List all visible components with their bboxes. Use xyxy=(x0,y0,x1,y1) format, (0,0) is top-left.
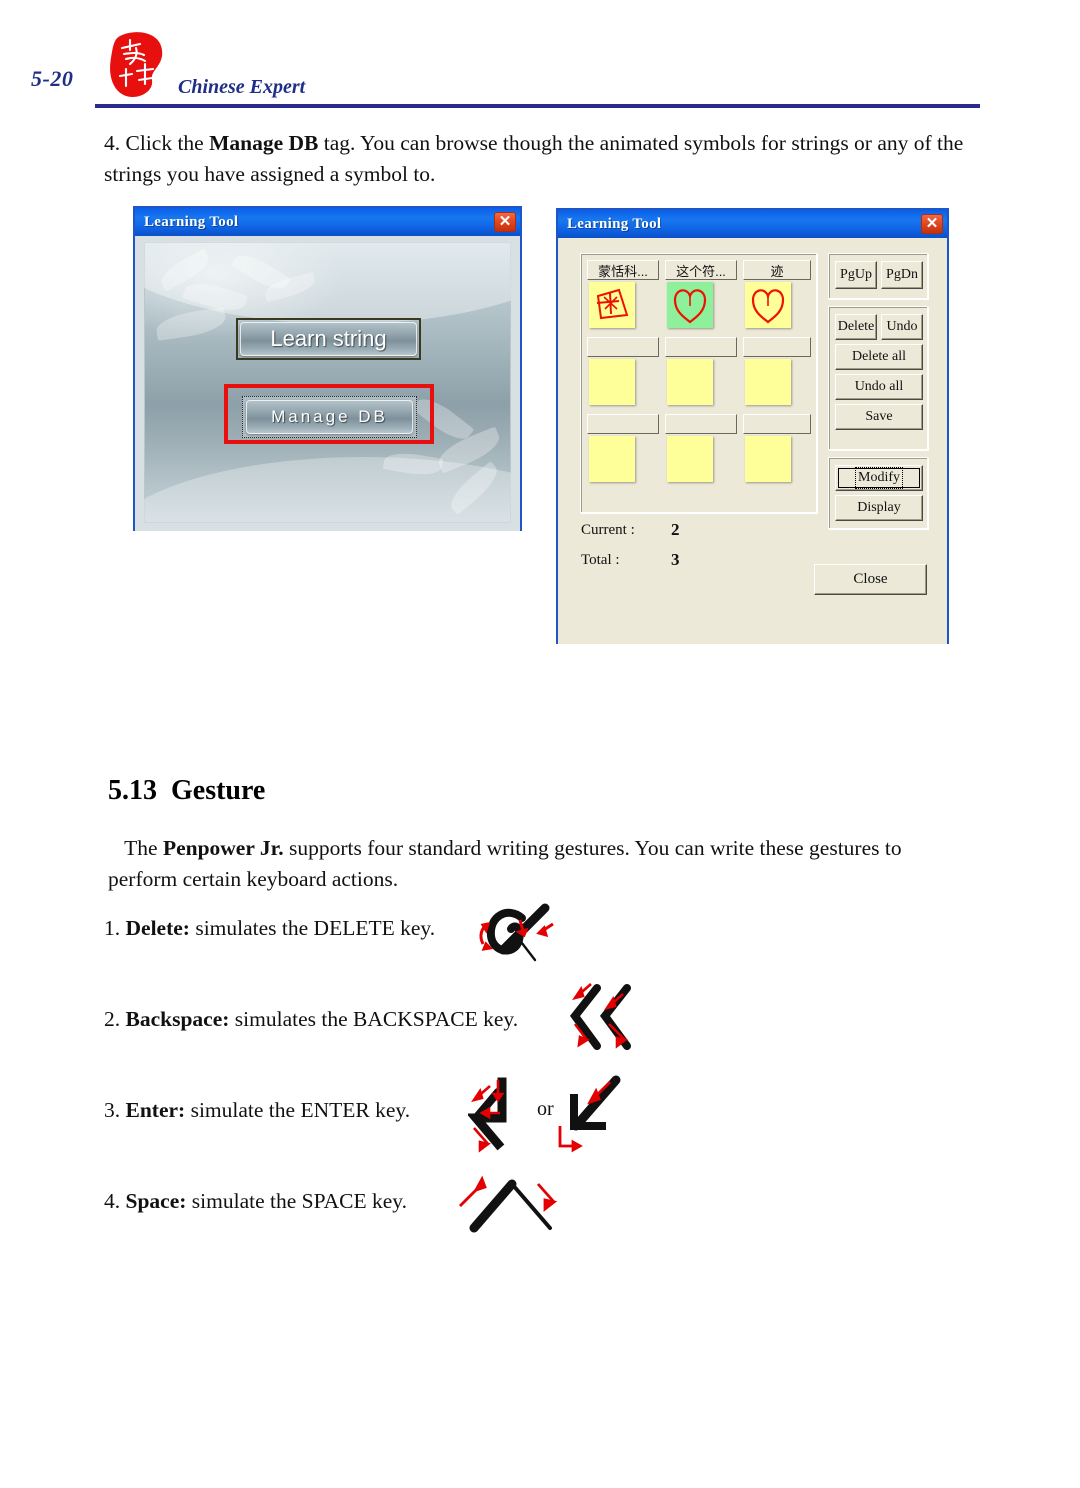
symbol-label[interactable] xyxy=(743,337,811,357)
modify-button[interactable]: Modify xyxy=(835,465,923,491)
manage-db-button[interactable]: Manage DB xyxy=(246,400,413,434)
gesture-3-desc: simulate the ENTER key. xyxy=(185,1098,411,1122)
close-button[interactable]: Close xyxy=(814,564,927,595)
gesture-2-name: Backspace: xyxy=(125,1007,230,1031)
step-4-bold: Manage DB xyxy=(209,131,319,155)
gesture-item-delete: 1. Delete: simulates the DELETE key. xyxy=(104,916,435,941)
delete-all-button[interactable]: Delete all xyxy=(835,344,923,370)
seal-logo-icon xyxy=(106,26,170,102)
symbol-label[interactable] xyxy=(665,337,737,357)
intro-bold: Penpower Jr. xyxy=(162,836,284,860)
symbol-cell[interactable] xyxy=(667,436,713,482)
symbol-label[interactable]: 迹 xyxy=(743,260,811,280)
symbol-cell[interactable] xyxy=(745,436,791,482)
modify-group: Modify Display xyxy=(828,457,928,529)
dialog-2-body: 蒙恬科... 这个符... 迹 PgUp PgDn Delete Undo De… xyxy=(558,238,947,644)
total-value: 3 xyxy=(671,550,680,569)
pgup-button[interactable]: PgUp xyxy=(835,261,877,289)
dialog-1-title: Learning Tool xyxy=(144,213,239,230)
leaf-decoration xyxy=(154,307,228,341)
edit-group: Delete Undo Delete all Undo all Save xyxy=(828,306,928,450)
gesture-4-desc: simulate the SPACE key. xyxy=(186,1189,407,1213)
heart-symbol xyxy=(751,289,785,324)
page-title: 5.13 Gesture xyxy=(108,774,265,807)
manage-db-button-frame: Manage DB xyxy=(242,396,417,438)
page-number: 5-20 xyxy=(31,66,74,91)
intro-before: The xyxy=(124,836,163,860)
learn-string-button[interactable]: Learn string xyxy=(240,322,417,356)
gesture-4-number: 4. xyxy=(104,1189,121,1213)
gesture-or-text: or xyxy=(537,1098,554,1120)
symbol-label[interactable]: 这个符... xyxy=(665,260,737,280)
step-4-paragraph: 4. Click the Manage DB tag. You can brow… xyxy=(104,128,964,190)
manage-db-highlight-box: Manage DB xyxy=(224,384,434,444)
undo-button[interactable]: Undo xyxy=(881,314,923,340)
modify-button-label: Modify xyxy=(855,467,903,489)
symbol-label[interactable]: 蒙恬科... xyxy=(587,260,659,280)
gesture-1-number: 1. xyxy=(104,916,121,940)
square-star-symbol xyxy=(596,288,629,320)
symbol-cell[interactable] xyxy=(589,282,635,328)
learning-tool-dialog-1: Learning Tool Learn string Manage DB xyxy=(133,206,522,531)
display-button[interactable]: Display xyxy=(835,495,923,521)
dialog-2-title: Learning Tool xyxy=(567,215,662,232)
intro-paragraph: The Penpower Jr. supports four standard … xyxy=(108,833,966,895)
space-gesture-icon xyxy=(456,1168,566,1245)
symbol-label[interactable] xyxy=(665,414,737,434)
symbol-label[interactable] xyxy=(587,337,659,357)
backspace-gesture-icon xyxy=(563,982,647,1063)
gesture-item-enter: 3. Enter: simulate the ENTER key. xyxy=(104,1098,410,1123)
gesture-item-backspace: 2. Backspace: simulates the BACKSPACE ke… xyxy=(104,1007,518,1032)
section-number: 5.13 xyxy=(108,775,157,806)
symbol-label[interactable] xyxy=(587,414,659,434)
learn-string-button-frame: Learn string xyxy=(236,318,421,360)
symbol-cell[interactable] xyxy=(667,359,713,405)
undo-all-button[interactable]: Undo all xyxy=(835,374,923,400)
close-icon[interactable] xyxy=(494,212,516,232)
dialog-1-titlebar[interactable]: Learning Tool xyxy=(135,208,520,236)
save-button[interactable]: Save xyxy=(835,404,923,430)
gesture-4-name: Space: xyxy=(125,1189,187,1213)
total-label: Total : xyxy=(581,552,620,568)
current-value: 2 xyxy=(671,520,680,539)
gesture-3-name: Enter: xyxy=(125,1098,186,1122)
step-4-number: 4. xyxy=(104,131,121,155)
symbol-cell[interactable] xyxy=(745,359,791,405)
paging-group: PgUp PgDn xyxy=(828,253,928,299)
gesture-item-space: 4. Space: simulate the SPACE key. xyxy=(104,1189,407,1214)
dialog-1-body: Learn string Manage DB xyxy=(135,236,520,531)
delete-button[interactable]: Delete xyxy=(835,314,877,340)
symbol-label[interactable] xyxy=(743,414,811,434)
gesture-1-desc: simulates the DELETE key. xyxy=(189,916,436,940)
close-icon[interactable] xyxy=(921,214,943,234)
gesture-1-name: Delete: xyxy=(125,916,190,940)
enter-gesture-alt-icon xyxy=(558,1068,638,1163)
symbol-cell[interactable] xyxy=(667,282,713,328)
dialog-1-skin-background: Learn string Manage DB xyxy=(144,242,511,523)
symbol-grid-group: 蒙恬科... 这个符... 迹 xyxy=(580,253,817,513)
delete-gesture-icon xyxy=(475,898,565,979)
step-4-text-before: Click the xyxy=(125,131,210,155)
learning-tool-dialog-2: Learning Tool 蒙恬科... 这个符... xyxy=(556,208,949,644)
gesture-2-number: 2. xyxy=(104,1007,121,1031)
gesture-3-number: 3. xyxy=(104,1098,121,1122)
symbol-cell[interactable] xyxy=(589,359,635,405)
section-title: Gesture xyxy=(171,775,266,806)
symbol-cell[interactable] xyxy=(589,436,635,482)
gesture-2-desc: simulates the BACKSPACE key. xyxy=(229,1007,519,1031)
heart-symbol xyxy=(673,289,707,324)
page-header: 5-20 Chinese Expert xyxy=(0,0,1080,112)
header-title: Chinese Expert xyxy=(178,76,306,98)
current-label: Current : xyxy=(581,522,635,538)
dialog-2-titlebar[interactable]: Learning Tool xyxy=(558,210,947,238)
symbol-cell[interactable] xyxy=(745,282,791,328)
pgdn-button[interactable]: PgDn xyxy=(881,261,923,289)
header-divider xyxy=(95,104,980,108)
enter-gesture-icon xyxy=(466,1072,548,1159)
